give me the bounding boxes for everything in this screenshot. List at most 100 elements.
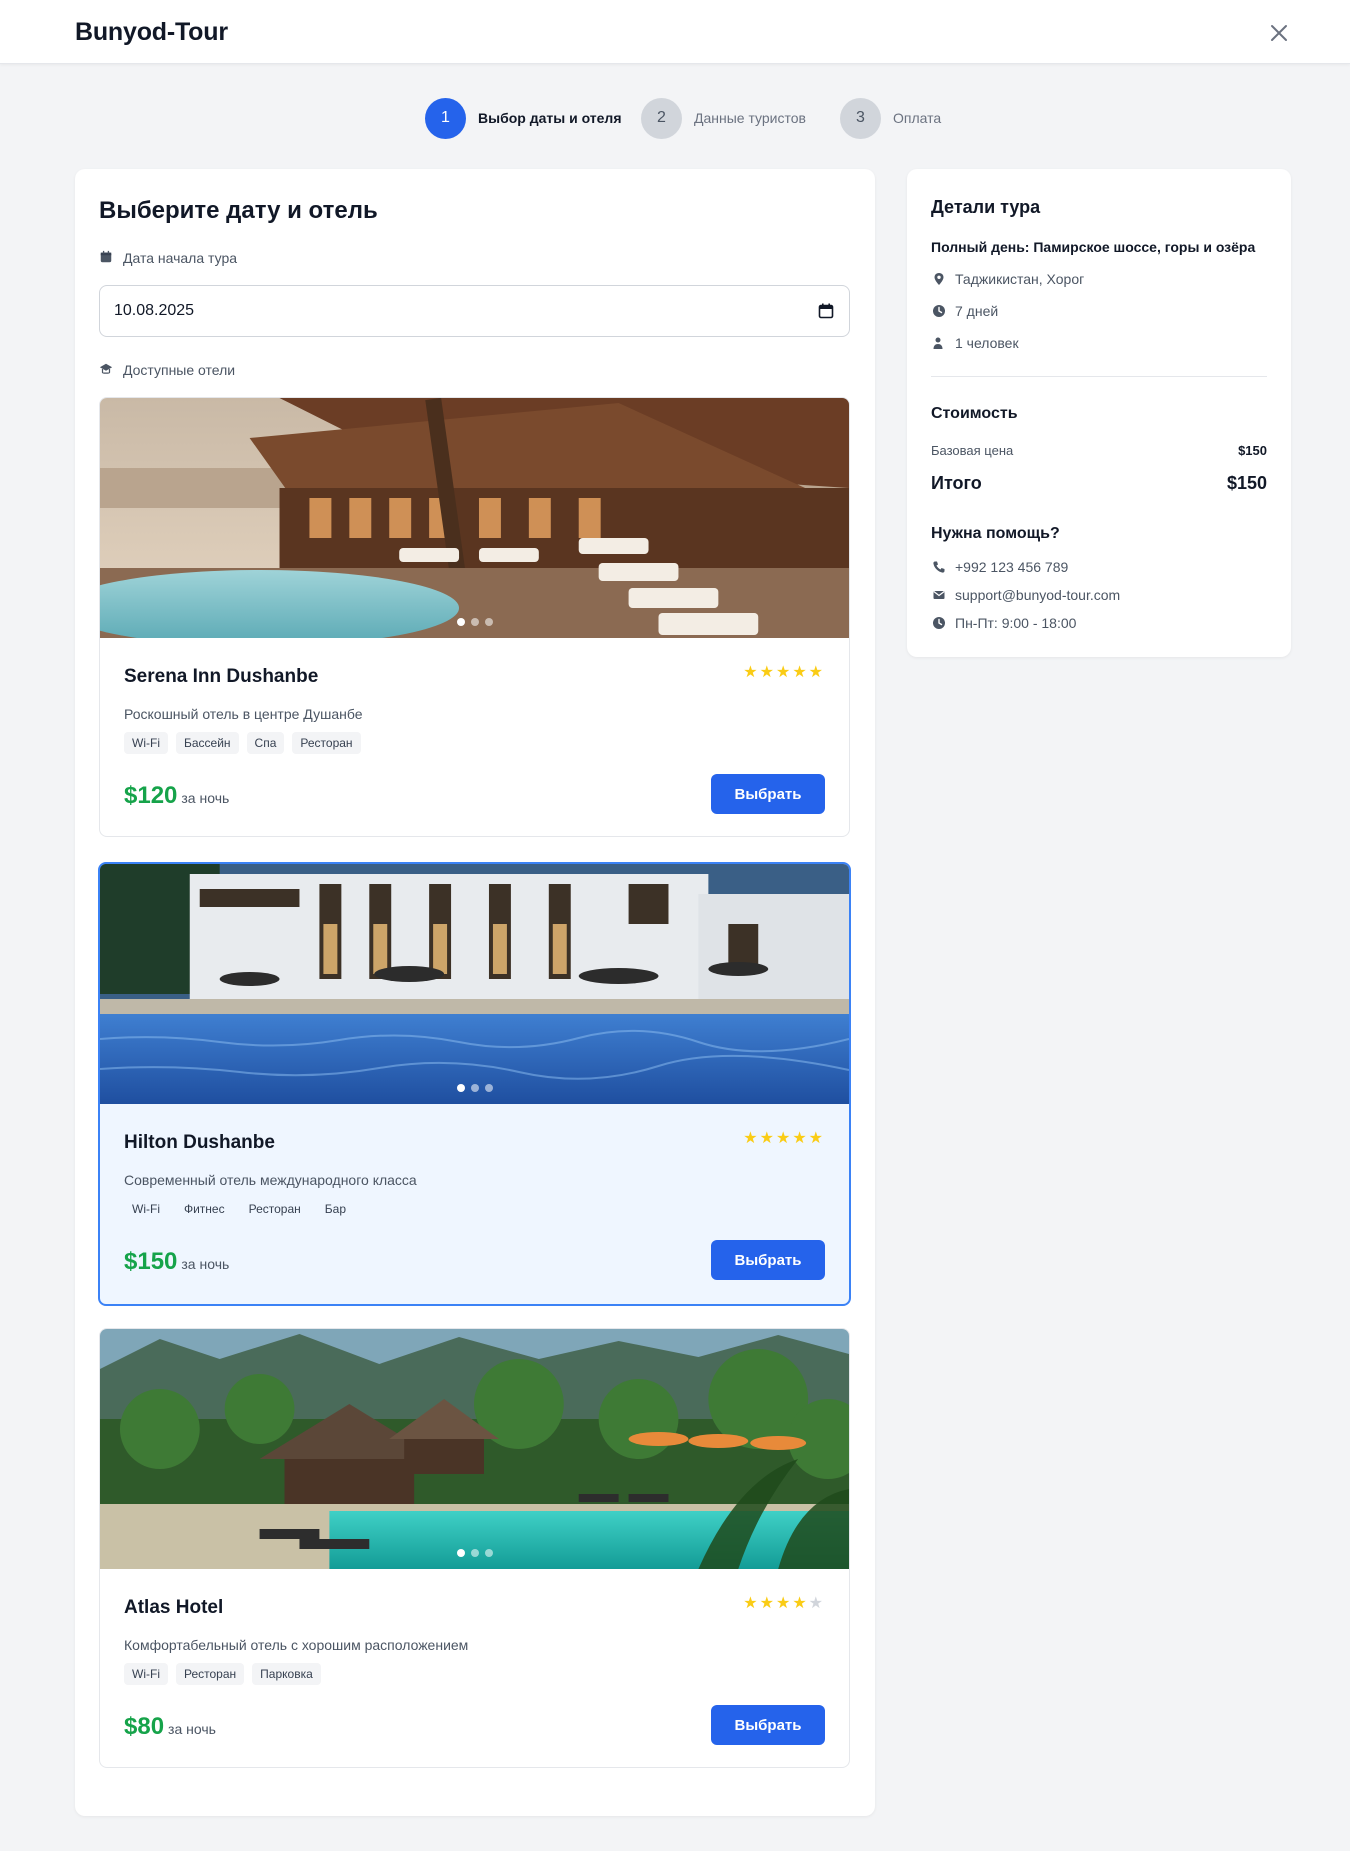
hotel-card-hilton[interactable]: Hilton Dushanbe ★★★★★ Современный отель … — [98, 862, 851, 1306]
carousel-dot[interactable] — [484, 1084, 493, 1092]
price-unit: за ночь — [181, 1256, 230, 1272]
star-icon: ★ — [808, 1130, 825, 1147]
carousel-dots — [456, 618, 493, 626]
hotel-description: Комфортабельный отель с хорошим располож… — [124, 1637, 469, 1653]
star-icon: ★ — [759, 1130, 776, 1147]
hotels-label: Доступные отели — [99, 362, 235, 378]
total-label: Итого — [931, 473, 982, 493]
clock-icon — [931, 303, 947, 319]
booking-stepper: 1 Выбор даты и отеля 2 Данные туристов 3… — [0, 96, 1350, 140]
select-hotel-button[interactable]: Выбрать — [711, 774, 825, 814]
star-icon: ★ — [775, 664, 793, 681]
user-icon — [931, 335, 947, 351]
step-label: Выбор даты и отеля — [478, 110, 622, 126]
tour-name: Полный день: Памирское шоссе, горы и озё… — [931, 239, 1256, 255]
amenity-tag: Ресторан — [175, 1663, 245, 1685]
phone-text: +992 123 456 789 — [955, 559, 1069, 575]
step-number: 1 — [425, 97, 466, 139]
step-2[interactable]: 2 Данные туристов — [641, 96, 806, 140]
amenity-tag: Wi-Fi — [124, 1663, 168, 1685]
carousel-dot[interactable] — [484, 1549, 493, 1557]
star-rating: ★★★★★ — [743, 1128, 825, 1148]
star-icon: ★ — [743, 1130, 760, 1147]
hotel-name: Atlas Hotel — [124, 1597, 224, 1618]
price-unit: за ночь — [168, 1721, 216, 1737]
star-icon: ★ — [792, 1595, 809, 1612]
amenity-tag: Ресторан — [292, 732, 361, 754]
date-hotel-card: Выберите дату и отель Дата начала тура 1… — [75, 169, 875, 1816]
carousel-dot[interactable] — [456, 1084, 465, 1092]
step-number: 2 — [641, 97, 682, 139]
carousel-dot[interactable] — [470, 1549, 479, 1557]
carousel-dot[interactable] — [470, 618, 479, 626]
close-button[interactable] — [1263, 17, 1295, 49]
hotel-price: $120 за ночь — [124, 782, 229, 810]
tour-details-card: Детали тура Полный день: Памирское шоссе… — [907, 169, 1291, 657]
carousel-dots — [456, 1084, 493, 1092]
location-pin-icon — [931, 271, 947, 287]
hotel-photo[interactable] — [100, 398, 849, 638]
support-email[interactable]: support@bunyod-tour.com — [931, 587, 1120, 603]
hotel-photo[interactable] — [100, 1329, 849, 1569]
base-price-row: Базовая цена $150 — [931, 443, 1267, 458]
date-label-text: Дата начала тура — [123, 250, 238, 266]
amenity-list: Wi-Fi Ресторан Парковка — [124, 1663, 321, 1685]
carousel-dot[interactable] — [456, 618, 465, 626]
support-hours: Пн-Пт: 9:00 - 18:00 — [931, 615, 1076, 631]
hotel-price: $80 за ночь — [124, 1713, 216, 1741]
tour-duration: 7 дней — [931, 303, 998, 319]
base-price-label: Базовая цена — [931, 443, 1014, 458]
carousel-dot[interactable] — [484, 618, 493, 626]
base-price-value: $150 — [1238, 443, 1267, 458]
people-text: 1 человек — [955, 335, 1019, 351]
step-1[interactable]: 1 Выбор даты и отеля — [425, 96, 622, 140]
hotel-body: Serena Inn Dushanbe ★★★★★ Роскошный отел… — [100, 638, 849, 836]
star-icon: ★ — [743, 1595, 760, 1612]
star-rating: ★★★★★ — [743, 662, 825, 682]
email-text: support@bunyod-tour.com — [955, 587, 1121, 603]
amenity-tag: Wi-Fi — [124, 1198, 168, 1220]
phone-icon — [931, 559, 947, 575]
hotel-photo[interactable] — [100, 864, 849, 1104]
date-input[interactable]: 10.08.2025 — [99, 285, 850, 337]
star-icon: ★ — [808, 664, 825, 681]
total-row: Итого $150 — [931, 473, 1267, 494]
star-icon: ★ — [743, 664, 760, 681]
star-icon: ★ — [775, 1130, 793, 1147]
hotel-card-serena[interactable]: Serena Inn Dushanbe ★★★★★ Роскошный отел… — [99, 397, 850, 837]
support-phone[interactable]: +992 123 456 789 — [931, 559, 1068, 575]
date-label: Дата начала тура — [99, 250, 237, 266]
calendar-picker-icon[interactable] — [817, 302, 835, 320]
hotel-body: Hilton Dushanbe ★★★★★ Современный отель … — [100, 1104, 849, 1304]
brand-logo[interactable]: Bunyod-Tour — [75, 18, 228, 47]
star-empty-icon: ★ — [808, 1595, 825, 1612]
hotel-card-atlas[interactable]: Atlas Hotel ★★★★★ Комфортабельный отель … — [99, 1328, 850, 1768]
carousel-dot[interactable] — [456, 1549, 465, 1557]
price-value: $80 — [124, 1713, 165, 1740]
amenity-tag: Спа — [246, 732, 285, 754]
select-hotel-button[interactable]: Выбрать — [711, 1705, 825, 1745]
step-3[interactable]: 3 Оплата — [840, 96, 941, 140]
amenity-tag: Бассейн — [175, 732, 239, 754]
tour-people: 1 человек — [931, 335, 1019, 351]
hotel-description: Роскошный отель в центре Душанбе — [124, 706, 363, 722]
hotel-name: Serena Inn Dushanbe — [124, 666, 319, 687]
location-text: Таджикистан, Хорог — [955, 271, 1085, 287]
close-icon — [1271, 25, 1287, 41]
amenity-list: Wi-Fi Бассейн Спа Ресторан — [124, 732, 361, 754]
amenity-tag: Wi-Fi — [124, 732, 168, 754]
select-hotel-button[interactable]: Выбрать — [711, 1240, 825, 1280]
hotel-name: Hilton Dushanbe — [124, 1132, 275, 1153]
star-icon: ★ — [759, 664, 776, 681]
step-number: 3 — [840, 97, 881, 139]
cost-title: Стоимость — [931, 405, 1018, 422]
divider — [931, 376, 1267, 377]
carousel-dot[interactable] — [470, 1084, 479, 1092]
star-icon: ★ — [792, 1130, 809, 1147]
help-title: Нужна помощь? — [931, 525, 1060, 542]
amenity-tag: Бар — [316, 1198, 355, 1220]
mail-icon — [931, 587, 947, 603]
page-title: Выберите дату и отель — [99, 197, 378, 224]
calendar-icon — [99, 250, 115, 266]
amenity-tag: Ресторан — [240, 1198, 309, 1220]
